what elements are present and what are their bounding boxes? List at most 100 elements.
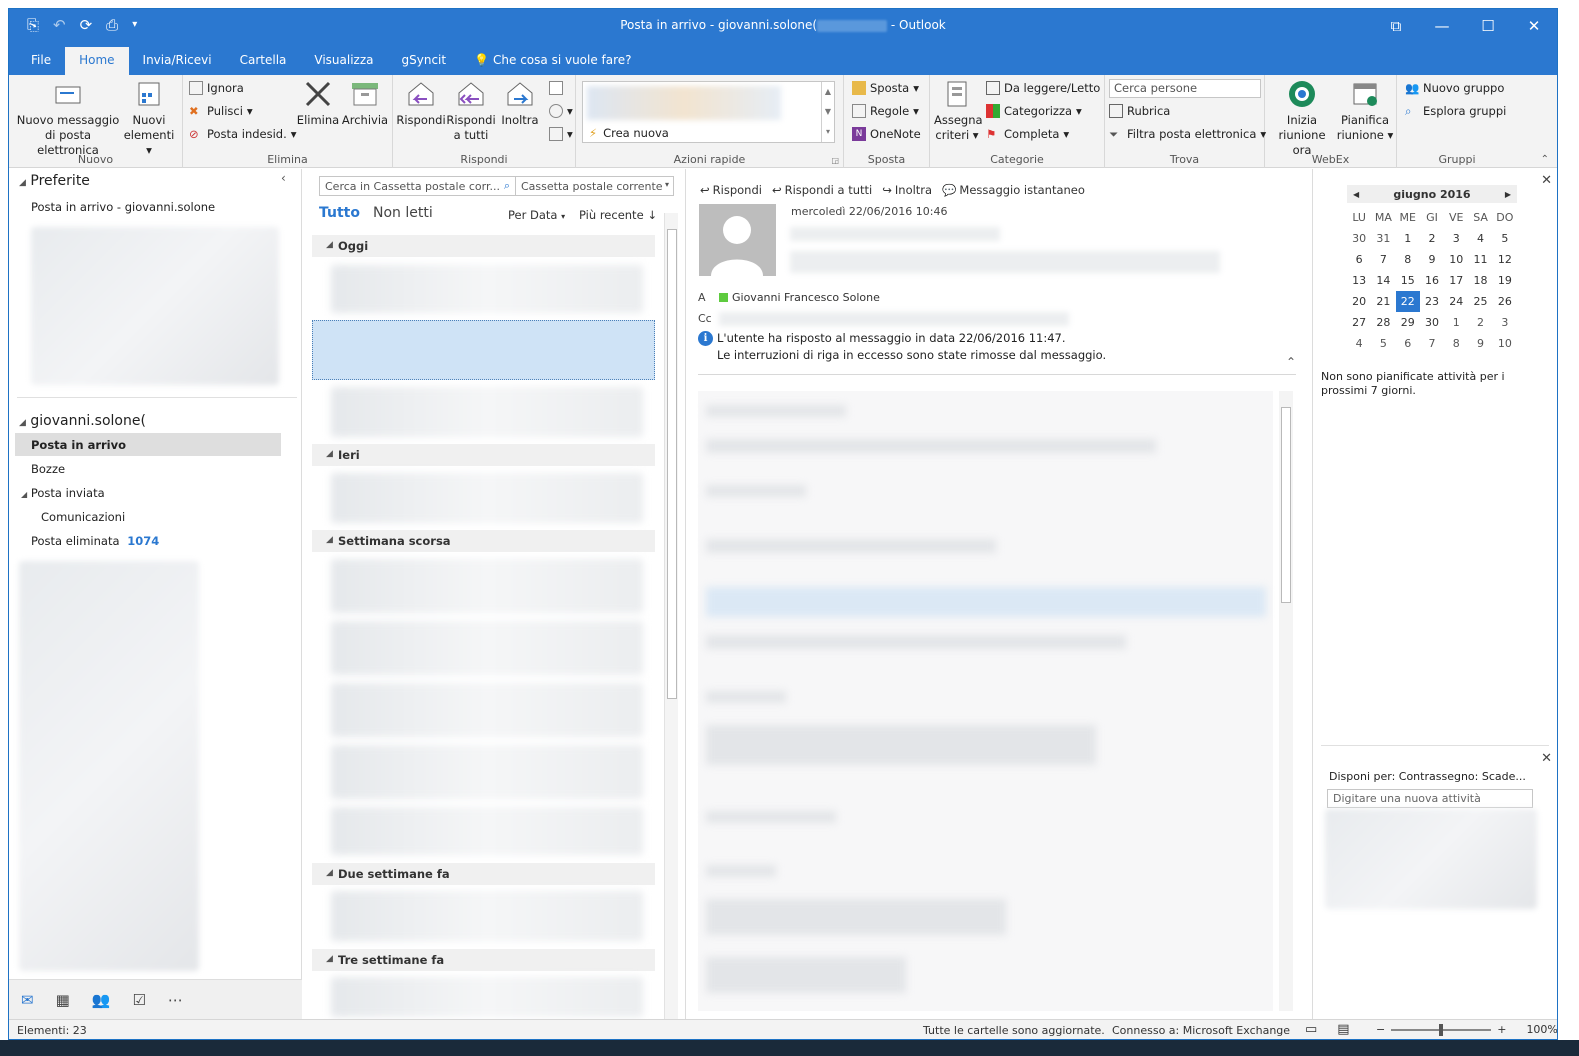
- calendar-day[interactable]: 18: [1468, 270, 1492, 291]
- quick-steps-gallery[interactable]: ⚡ Crea nuova ▲ ▼ ▾: [582, 81, 835, 143]
- folder-drafts[interactable]: Bozze: [31, 462, 65, 476]
- calendar-day[interactable]: 2: [1468, 312, 1492, 333]
- calendar-day[interactable]: 30: [1420, 312, 1444, 333]
- gallery-scroll[interactable]: ▲ ▼ ▾: [821, 82, 834, 142]
- reply-action[interactable]: ↩ Rispondi: [700, 183, 762, 197]
- filter-unread[interactable]: Non letti: [373, 205, 433, 221]
- zoom-level[interactable]: 100%: [1526, 1023, 1557, 1036]
- im-action[interactable]: 💬 Messaggio istantaneo: [942, 183, 1085, 197]
- calendar-day[interactable]: 31: [1371, 228, 1395, 249]
- forward-button[interactable]: Inoltra: [497, 79, 543, 128]
- tell-me-box[interactable]: 💡 Che cosa si vuole fare?: [460, 47, 645, 75]
- list-item-selected[interactable]: [312, 320, 655, 380]
- more-reply-button[interactable]: ▾: [549, 127, 573, 141]
- calendar-day[interactable]: 14: [1371, 270, 1395, 291]
- new-task-input[interactable]: Digitare una nuova attività: [1327, 789, 1533, 808]
- close-calendar-icon[interactable]: ✕: [1541, 173, 1552, 188]
- search-scope-dropdown[interactable]: Cassetta postale corrente ▾: [516, 177, 673, 195]
- browse-groups-button[interactable]: ⌕ Esplora gruppi: [1405, 104, 1506, 118]
- mail-icon[interactable]: ✉: [21, 991, 34, 1009]
- move-button[interactable]: Sposta ▾: [852, 81, 919, 95]
- zoom-slider-knob[interactable]: [1439, 1023, 1444, 1036]
- tasks-icon[interactable]: ☑: [132, 991, 145, 1009]
- im-reply-button[interactable]: ▾: [549, 104, 573, 118]
- close-icon[interactable]: ✕: [1511, 9, 1557, 43]
- calendar-day[interactable]: 30: [1347, 228, 1371, 249]
- calendar-day-today[interactable]: 22: [1395, 291, 1420, 312]
- list-item[interactable]: [331, 473, 643, 523]
- new-email-button[interactable]: Nuovo messaggio di posta elettronica: [15, 79, 121, 158]
- calendar-day[interactable]: 10: [1493, 333, 1517, 354]
- list-item[interactable]: [331, 559, 643, 613]
- create-new-quick-step[interactable]: ⚡ Crea nuova: [589, 126, 669, 140]
- calendar-day[interactable]: 3: [1444, 228, 1468, 249]
- assign-policy-button[interactable]: Assegna criteri ▾: [934, 79, 983, 143]
- folder-inbox[interactable]: Posta in arrivo: [31, 438, 126, 452]
- calendar-day[interactable]: 9: [1468, 333, 1492, 354]
- favorites-header[interactable]: ◢ Preferite: [19, 173, 90, 189]
- scrollbar-thumb[interactable]: [1281, 407, 1291, 603]
- prev-month-icon[interactable]: ◀: [1353, 190, 1359, 199]
- group-header-three-weeks[interactable]: ◢ Tre settimane fa: [312, 949, 655, 971]
- message-list-scrollbar[interactable]: [664, 213, 678, 1019]
- start-meeting-button[interactable]: Inizia riunione ora: [1269, 79, 1335, 158]
- group-header-last-week[interactable]: ◢ Settimana scorsa: [312, 530, 655, 552]
- scrollbar-thumb[interactable]: [667, 229, 677, 699]
- unread-read-button[interactable]: Da leggere/Letto: [986, 81, 1100, 95]
- ribbon-display-icon[interactable]: ⧉: [1373, 9, 1419, 43]
- calendar-day[interactable]: 5: [1493, 228, 1517, 249]
- fav-inbox[interactable]: Posta in arrivo - giovanni.solone: [31, 200, 215, 214]
- list-item[interactable]: [331, 807, 643, 855]
- close-tasks-icon[interactable]: ✕: [1541, 751, 1552, 766]
- list-item[interactable]: [331, 265, 643, 313]
- calendar-icon[interactable]: ▦: [56, 991, 70, 1009]
- zoom-out-icon[interactable]: −: [1376, 1023, 1385, 1036]
- cleanup-button[interactable]: ✖ Pulisci ▾: [189, 104, 253, 118]
- recipient[interactable]: Giovanni Francesco Solone: [719, 291, 880, 304]
- calendar-day[interactable]: 21: [1371, 291, 1395, 312]
- calendar-day[interactable]: 26: [1493, 291, 1517, 312]
- calendar-day[interactable]: 25: [1468, 291, 1492, 312]
- list-item[interactable]: [331, 745, 643, 799]
- zoom-slider[interactable]: [1391, 1023, 1492, 1036]
- list-item[interactable]: [331, 387, 643, 437]
- meeting-reply-button[interactable]: [549, 81, 563, 95]
- search-people-input[interactable]: Cerca persone: [1109, 79, 1261, 98]
- group-header-two-weeks[interactable]: ◢ Due settimane fa: [312, 863, 655, 885]
- reply-all-action[interactable]: ↩ Rispondi a tutti: [772, 183, 872, 197]
- forward-action[interactable]: ↪ Inoltra: [882, 183, 932, 197]
- maximize-icon[interactable]: ☐: [1465, 9, 1511, 43]
- tab-home[interactable]: Home: [65, 47, 129, 75]
- sort-by-dropdown[interactable]: Per Data ▾: [508, 208, 565, 222]
- tab-file[interactable]: File: [17, 47, 65, 75]
- calendar-day[interactable]: 2: [1420, 228, 1444, 249]
- group-header-yesterday[interactable]: ◢ Ieri: [312, 444, 655, 466]
- calendar-day[interactable]: 15: [1396, 270, 1420, 291]
- calendar-day[interactable]: 7: [1371, 249, 1395, 270]
- new-items-button[interactable]: Nuovi elementi ▾: [121, 79, 177, 158]
- calendar-day[interactable]: 4: [1347, 333, 1371, 354]
- collapse-ribbon-icon[interactable]: ⌃: [1541, 154, 1549, 165]
- filter-all[interactable]: Tutto: [319, 205, 360, 221]
- calendar-day[interactable]: 7: [1420, 333, 1444, 354]
- calendar-day[interactable]: 1: [1444, 312, 1468, 333]
- rules-button[interactable]: Regole ▾: [852, 104, 919, 118]
- filter-email-button[interactable]: ⏷ Filtra posta elettronica ▾: [1109, 127, 1266, 141]
- account-header[interactable]: ◢ giovanni.solone(: [19, 413, 146, 429]
- calendar-day[interactable]: 29: [1396, 312, 1420, 333]
- categorize-button[interactable]: Categorizza ▾: [986, 104, 1082, 118]
- tab-gsyncit[interactable]: gSyncit: [388, 47, 461, 75]
- address-book-button[interactable]: Rubrica: [1109, 104, 1170, 118]
- zoom-in-icon[interactable]: +: [1497, 1023, 1506, 1036]
- search-input[interactable]: Cerca in Cassetta postale corr... ⌕: [320, 177, 516, 195]
- schedule-meeting-button[interactable]: Pianifica riunione ▾: [1335, 79, 1395, 143]
- minimize-icon[interactable]: —: [1419, 9, 1465, 43]
- minimize-pane-icon[interactable]: ‹: [281, 171, 286, 185]
- normal-view-icon[interactable]: ▭: [1305, 1022, 1317, 1037]
- calendar-day[interactable]: 10: [1444, 249, 1468, 270]
- new-group-button[interactable]: 👥 Nuovo gruppo: [1405, 81, 1504, 95]
- onenote-button[interactable]: N OneNote: [852, 127, 921, 141]
- delete-button[interactable]: Elimina: [295, 79, 341, 128]
- reading-view-icon[interactable]: ▤: [1337, 1022, 1349, 1037]
- info-bar[interactable]: i L'utente ha risposto al messaggio in d…: [698, 330, 1106, 364]
